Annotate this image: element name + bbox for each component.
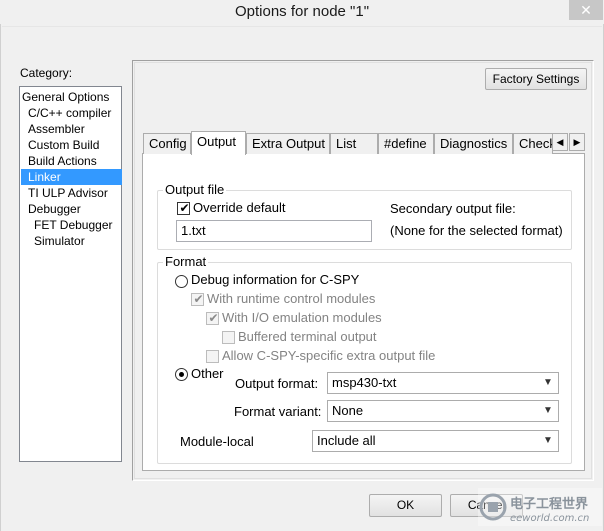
tab-list[interactable]: List (330, 133, 378, 154)
divider (2, 26, 602, 27)
close-icon[interactable]: ✕ (569, 0, 603, 20)
allow-cspy-label: Allow C-SPY-specific extra output file (222, 348, 436, 363)
category-item-linker[interactable]: Linker (21, 169, 122, 185)
category-item-ti-ulp-advisor[interactable]: TI ULP Advisor (21, 185, 122, 201)
category-label: Category: (20, 66, 73, 80)
tab-config[interactable]: Config (143, 133, 191, 154)
buffered-output-label: Buffered terminal output (238, 329, 377, 344)
category-item-assembler[interactable]: Assembler (21, 121, 122, 137)
runtime-control-checkbox[interactable]: ✔ (191, 292, 204, 306)
debug-info-label: Debug information for C-SPY (191, 272, 360, 287)
checkmark-icon: ✔ (179, 201, 190, 215)
factory-settings-button[interactable]: Factory Settings (485, 68, 587, 90)
format-group-title: Format (163, 254, 209, 269)
watermark-logo: 电子工程世界 eeworld.com.cn (478, 488, 602, 526)
tab-extra-output[interactable]: Extra Output (246, 133, 330, 154)
checkmark-icon: ✔ (193, 292, 204, 306)
allow-cspy-checkbox[interactable] (206, 350, 219, 363)
checkmark-icon: ✔ (208, 311, 219, 325)
override-default-checkbox[interactable]: ✔ (177, 201, 190, 215)
secondary-output-label: Secondary output file: (390, 201, 516, 216)
radio-dot-icon (179, 372, 184, 377)
other-format-radio[interactable] (175, 368, 188, 381)
format-variant-select[interactable]: None ▼ (327, 400, 559, 422)
format-variant-value: None (332, 403, 364, 418)
format-variant-label: Format variant: (234, 404, 322, 419)
override-default-label: Override default (193, 200, 286, 215)
close-button[interactable]: ✕ (569, 0, 603, 20)
output-format-label: Output format: (235, 376, 319, 391)
secondary-output-value: (None for the selected format) (390, 223, 563, 238)
chevron-down-icon: ▼ (543, 435, 553, 446)
tab-scroll-right-icon[interactable]: ▶ (569, 133, 585, 151)
category-item-fet-debugger[interactable]: FET Debugger (21, 217, 122, 233)
category-item-custom-build[interactable]: Custom Build (21, 137, 122, 153)
category-item-debugger[interactable]: Debugger (21, 201, 122, 217)
debug-info-radio[interactable] (175, 275, 188, 288)
category-list[interactable]: General Options C/C++ compiler Assembler… (19, 86, 122, 462)
module-local-label: Module-local (180, 434, 254, 449)
chevron-down-icon: ▼ (543, 377, 553, 388)
ok-button[interactable]: OK (369, 494, 442, 517)
io-emulation-checkbox[interactable]: ✔ (206, 311, 219, 325)
io-emulation-label: With I/O emulation modules (222, 310, 382, 325)
category-item-c-compiler[interactable]: C/C++ compiler (21, 105, 122, 121)
other-format-label: Other (191, 366, 224, 381)
tab-output[interactable]: Output (191, 131, 246, 155)
svg-text:eeworld.com.cn: eeworld.com.cn (510, 513, 589, 524)
category-item-general-options[interactable]: General Options (21, 89, 122, 105)
chevron-down-icon: ▼ (543, 405, 553, 416)
output-format-select[interactable]: msp430-txt ▼ (327, 372, 559, 394)
svg-text:电子工程世界: 电子工程世界 (510, 496, 588, 512)
tab-check[interactable]: Check (513, 133, 553, 154)
output-file-group-title: Output file (163, 182, 227, 197)
factory-settings-label: Factory Settings (492, 72, 580, 86)
category-item-build-actions[interactable]: Build Actions (21, 153, 122, 169)
runtime-control-label: With runtime control modules (207, 291, 376, 306)
module-local-select[interactable]: Include all ▼ (312, 430, 559, 452)
tab-scroll-left-icon[interactable]: ◀ (552, 133, 568, 151)
ok-label: OK (396, 498, 415, 512)
category-item-simulator[interactable]: Simulator (21, 233, 122, 249)
window-title: Options for node "1" (234, 3, 370, 20)
output-filename-input[interactable]: 1.txt (176, 220, 372, 242)
tab-define[interactable]: #define (378, 133, 434, 154)
tab-diagnostics[interactable]: Diagnostics (434, 133, 513, 154)
buffered-output-checkbox[interactable] (222, 331, 235, 344)
output-format-value: msp430-txt (332, 375, 397, 390)
module-local-value: Include all (317, 433, 376, 448)
